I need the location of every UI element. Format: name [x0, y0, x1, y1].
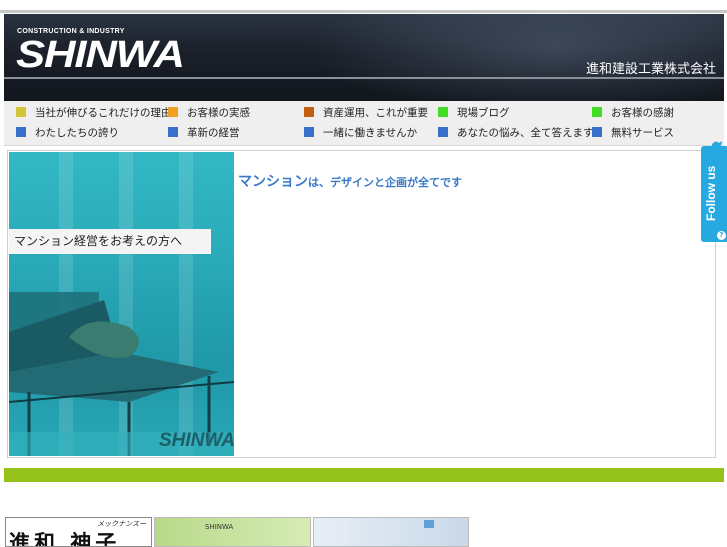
- site-header: CONSTRUCTION & INDUSTRY SHINWA 進和建設工業株式会…: [4, 14, 724, 101]
- follow-us-label: Follow us: [704, 165, 718, 221]
- nav-item-label: お客様の感謝: [611, 106, 674, 119]
- nav-item-customer-thanks[interactable]: お客様の感謝: [592, 103, 674, 121]
- nav-bullet-icon: [438, 127, 448, 137]
- nav-item-our-pride[interactable]: わたしたちの誇り: [16, 123, 119, 141]
- nav-item-careers[interactable]: 一緒に働きませんか: [304, 123, 417, 141]
- help-icon[interactable]: ?: [717, 231, 726, 240]
- nav-item-label: 当社が伸びるこれだけの理由: [35, 106, 172, 119]
- nav-item-label: お客様の実感: [187, 106, 250, 119]
- nav-bullet-icon: [16, 107, 26, 117]
- top-divider: [0, 10, 727, 13]
- chair-illustration: [9, 292, 234, 456]
- headline-part1: マンション: [238, 174, 308, 190]
- nav-item-label: 現場ブログ: [457, 106, 510, 119]
- headline-part3: デザインと企画が全てです: [330, 176, 462, 189]
- nav-item-label: 革新の経営: [187, 126, 240, 139]
- nav-bullet-icon: [592, 127, 602, 137]
- nav-bullet-icon: [168, 127, 178, 137]
- nav-item-customer-experience[interactable]: お客様の実感: [168, 103, 250, 121]
- nav-item-label: 一緒に働きませんか: [323, 126, 418, 139]
- thumbnail-text: SHINWA: [205, 523, 234, 531]
- main-navigation: 当社が伸びるこれだけの理由 お客様の実感 資産運用、これが重要 現場ブログ お客…: [4, 101, 724, 146]
- header-rule: [4, 77, 724, 79]
- hero-caption: マンション経営をお考えの方へ: [9, 229, 211, 254]
- nav-item-asset-management[interactable]: 資産運用、これが重要: [304, 103, 428, 121]
- banner-thumbnail-1[interactable]: メックナンスー 進和 神子: [5, 517, 152, 547]
- nav-item-consultation[interactable]: あなたの悩み、全て答えます: [438, 123, 594, 141]
- nav-item-reasons[interactable]: 当社が伸びるこれだけの理由: [16, 103, 172, 121]
- headline-part2: は、: [308, 176, 330, 189]
- nav-item-site-blog[interactable]: 現場ブログ: [438, 103, 510, 121]
- banner-thumbnail-2[interactable]: SHINWA: [154, 517, 311, 547]
- nav-bullet-icon: [304, 127, 314, 137]
- nav-item-free-service[interactable]: 無料サービス: [592, 123, 674, 141]
- nav-bullet-icon: [304, 107, 314, 117]
- site-logo[interactable]: SHINWA: [16, 34, 185, 77]
- nav-item-innovative-management[interactable]: 革新の経営: [168, 123, 240, 141]
- footer-divider-bar: [4, 468, 724, 482]
- headline: マンションは、デザインと企画が全てです: [238, 171, 462, 191]
- hero-banner[interactable]: マンション経営をお考えの方へ SHINWA: [9, 152, 234, 456]
- twitter-bird-icon: [706, 141, 722, 151]
- banner-thumbnail-3[interactable]: [313, 517, 469, 547]
- main-content: マンション経営をお考えの方へ SHINWA マンションは、デザインと企画が全てで…: [7, 150, 716, 458]
- nav-item-label: あなたの悩み、全て答えます: [457, 126, 594, 139]
- follow-us-tab[interactable]: Follow us ?: [701, 141, 727, 242]
- company-name: 進和建設工業株式会社: [585, 62, 716, 77]
- thumbnail-title: 進和 神子: [9, 530, 121, 547]
- nav-item-label: わたしたちの誇り: [35, 126, 119, 139]
- nav-item-label: 資産運用、これが重要: [323, 106, 428, 119]
- hero-logo: SHINWA: [159, 430, 234, 451]
- nav-bullet-icon: [438, 107, 448, 117]
- nav-bullet-icon: [16, 127, 26, 137]
- nav-bullet-icon: [168, 107, 178, 117]
- thumbnail-decoration: [424, 520, 434, 528]
- nav-item-label: 無料サービス: [611, 126, 674, 139]
- nav-bullet-icon: [592, 107, 602, 117]
